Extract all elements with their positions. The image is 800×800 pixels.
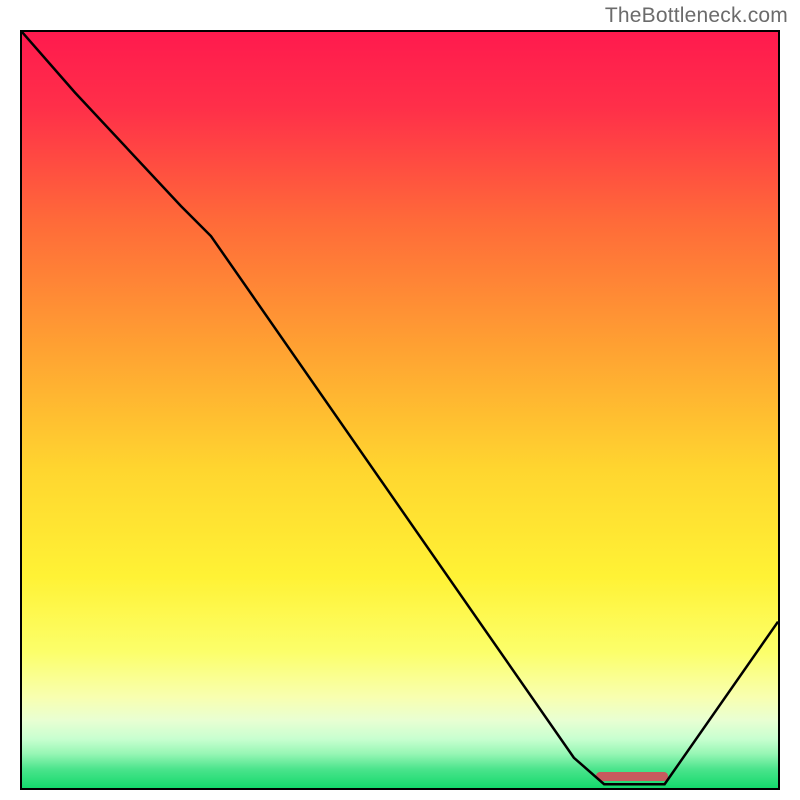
bottleneck-curve (22, 32, 778, 788)
watermark-text: TheBottleneck.com (605, 4, 788, 28)
stage: TheBottleneck.com (0, 0, 800, 800)
bottleneck-curve-path (22, 32, 778, 784)
chart-frame (20, 30, 780, 790)
